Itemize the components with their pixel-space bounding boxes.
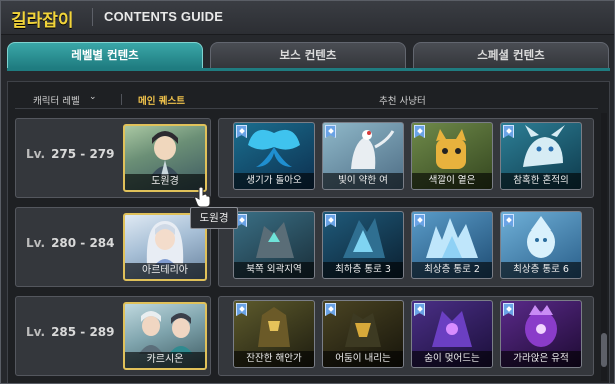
level-range: Lv. 280 - 284 [26,236,115,250]
hand-cursor-icon [194,186,211,208]
hunt-spot-card[interactable]: 가라앉은 유적 [500,300,582,368]
tab-boss-contents[interactable]: 보스 컨텐츠 [210,42,406,68]
column-header: 캐릭터 레벨 ⌄ 메인 퀘스트 추천 사냥터 [15,90,598,109]
hunt-spot-card[interactable]: 북쪽 외곽지역 [233,211,315,279]
chevron-down-icon[interactable]: ⌄ [89,92,97,102]
hunt-spot-card[interactable]: 생기가 돌아오 [233,122,315,190]
hunt-spot-card[interactable]: 최하층 통로 3 [322,211,404,279]
main-quest-header: 메인 퀘스트 [138,96,186,107]
hunt-row-280: 북쪽 외곽지역 최하층 통로 3 최상층 통로 2 최상층 통로 6 [218,207,594,287]
hunt-spot-card[interactable]: 잔잔한 해안가 [233,300,315,368]
hunt-spot-card[interactable]: 어둠이 내리는 [322,300,404,368]
recommended-hunt-header: 추천 사냥터 [379,96,426,107]
contents-guide-window: 길라잡이 CONTENTS GUIDE 레벨별 컨텐츠 보스 컨텐츠 스페셜 컨… [0,0,615,384]
tab-special-contents[interactable]: 스페셜 컨텐츠 [413,42,609,68]
level-row-285: Lv. 285 - 289 카르시온 [15,296,211,376]
quest-tooltip: 도원경 [190,207,238,229]
level-row-280: Lv. 280 - 284 아르테리아 [15,207,211,287]
title-divider [92,8,93,26]
scrollbar-thumb[interactable] [601,333,607,367]
hunt-spot-card[interactable]: 숨이 멎어드는 [411,300,493,368]
guide-title: CONTENTS GUIDE [104,9,224,24]
hunt-spot-card[interactable]: 참혹한 혼적의 [500,122,582,190]
category-tabs: 레벨별 컨텐츠 보스 컨텐츠 스페셜 컨텐츠 [7,42,610,70]
quest-label: 카르시온 [125,352,205,368]
quest-label: 아르테리아 [125,263,205,279]
character-portrait [139,311,193,354]
column-divider [121,94,122,105]
level-row-275: Lv. 275 - 279 도원경 [15,118,211,198]
hunt-spot-card[interactable]: 최상층 통로 2 [411,211,493,279]
quest-card-carcion[interactable]: 카르시온 [123,302,207,370]
quest-card-dowonkyung[interactable]: 도원경 [123,124,207,192]
scrollbar[interactable] [601,113,607,381]
level-sort-dropdown[interactable]: 캐릭터 레벨 [33,93,80,107]
hunt-spot-card[interactable]: 최상층 통로 6 [500,211,582,279]
hunt-spot-card[interactable]: 빛이 약한 여 [322,122,404,190]
active-tab-underline [7,68,610,71]
level-range: Lv. 285 - 289 [26,325,115,339]
level-range: Lv. 275 - 279 [26,147,115,161]
hunt-row-275: 생기가 돌아오 빛이 약한 여 색깔이 옅은 참혹한 혼적의 [218,118,594,198]
app-title: 길라잡이 [11,11,74,31]
character-portrait [151,131,179,176]
hunt-row-285: 잔잔한 해안가 어둠이 내리는 숨이 멎어드는 가라앉은 유적 [218,296,594,376]
hunt-spot-card[interactable]: 색깔이 옅은 [411,122,493,190]
tab-level-contents[interactable]: 레벨별 컨텐츠 [7,42,203,68]
title-bar: 길라잡이 CONTENTS GUIDE [1,1,614,35]
